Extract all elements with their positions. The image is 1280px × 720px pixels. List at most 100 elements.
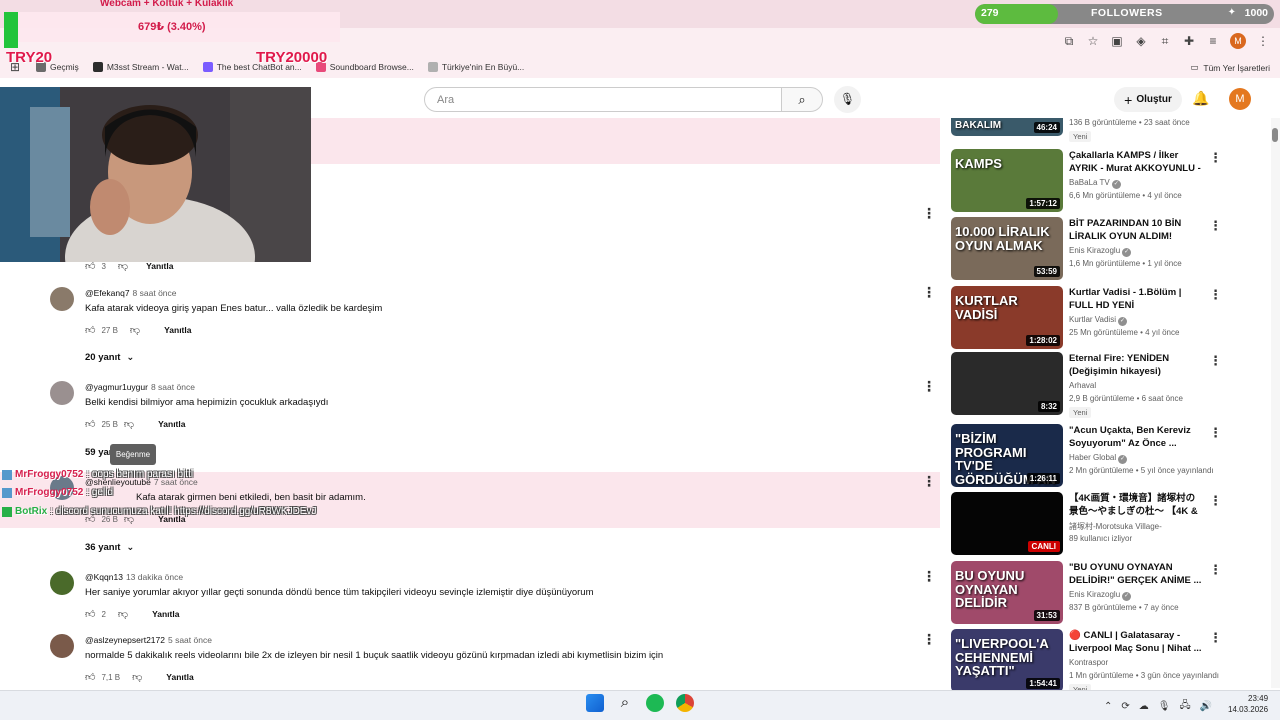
dislike-icon[interactable]: 👎︎: [132, 671, 142, 683]
profile-icon[interactable]: M: [1230, 33, 1246, 49]
replies-toggle[interactable]: 20 yanıt ⌄: [85, 352, 134, 363]
video-title[interactable]: 【4K画質・環境音】諸塚村の景色～やましぎの杜～ 【4K & ...: [1069, 492, 1203, 519]
taskbar-clock[interactable]: 23:49 14.03.2026: [1228, 693, 1268, 715]
comment-time[interactable]: 8 saat önce: [133, 288, 177, 298]
bookmark-item[interactable]: M3sst Stream - Wat...: [92, 62, 189, 72]
bookmark-item[interactable]: Türkiye'nin En Büyü...: [427, 62, 524, 72]
bookmark-item[interactable]: Soundboard Browse...: [315, 62, 414, 72]
chrome-icon[interactable]: [676, 694, 694, 712]
comment-author[interactable]: @aslzeynepsert2172: [85, 635, 165, 645]
comment-time[interactable]: 13 dakika önce: [126, 572, 183, 582]
windows-start-icon[interactable]: [586, 694, 604, 712]
dislike-icon[interactable]: 👎︎: [124, 418, 134, 430]
related-video[interactable]: KURTLAR VADİSİ 1:28:02 Kurtlar Vadisi - 1.…: [951, 286, 1251, 349]
chevron-up-icon[interactable]: ⌃: [1104, 701, 1112, 712]
comment-time[interactable]: 8 saat önce: [151, 382, 195, 392]
video-title[interactable]: Kurtlar Vadisi - 1.Bölüm | FULL HD YENİ: [1069, 286, 1203, 312]
related-video[interactable]: BAKALIM 46:24 136 B görüntüleme • 23 saat …: [951, 118, 1251, 148]
bookmark-star-icon[interactable]: ☆: [1086, 34, 1100, 48]
video-title[interactable]: 🔴 CANLI | Galatasaray - Liverpool Maç So…: [1069, 629, 1203, 655]
more-options-icon[interactable]: ⋮: [1209, 562, 1222, 578]
dislike-icon[interactable]: 👎︎: [130, 324, 140, 336]
more-options-icon[interactable]: ⋮: [922, 473, 936, 490]
more-options-icon[interactable]: ⋮: [922, 631, 936, 648]
video-title[interactable]: "Acun Uçakta, Ben Kereviz Soyuyorum" Az …: [1069, 424, 1203, 450]
video-title[interactable]: Eternal Fire: YENİDEN (Değişimin hikayes…: [1069, 352, 1203, 378]
avatar[interactable]: [50, 287, 74, 311]
voice-search-button[interactable]: 🎙: [834, 86, 861, 113]
more-options-icon[interactable]: ⋮: [1209, 493, 1222, 509]
reading-list-icon[interactable]: ≡: [1206, 34, 1220, 48]
extension-icon[interactable]: ▣: [1110, 34, 1124, 48]
network-icon[interactable]: 🖧: [1179, 698, 1190, 715]
cloud-icon[interactable]: ☁: [1139, 701, 1149, 712]
video-thumbnail[interactable]: BU OYUNU OYNAYAN DELİDİR 31:53: [951, 561, 1063, 624]
reply-button[interactable]: Yanıtla: [152, 609, 179, 619]
comment-author[interactable]: @yagmur1uygur: [85, 382, 148, 392]
video-thumbnail[interactable]: "BİZİM PROGRAMI TV'DE GÖRDÜĞÜM AN KAÇIYO…: [951, 424, 1063, 487]
screenshot-icon[interactable]: ⧉: [1062, 34, 1076, 48]
avatar[interactable]: [50, 634, 74, 658]
video-thumbnail[interactable]: 10.000 LİRALIK OYUN ALMAK 53:59: [951, 217, 1063, 280]
avatar[interactable]: M: [1229, 88, 1251, 110]
video-thumbnail[interactable]: KAMPS 1:57:12: [951, 149, 1063, 212]
video-thumbnail[interactable]: "LIVERPOOL'A CEHENNEMİ YAŞATTI" 1:54:41: [951, 629, 1063, 692]
video-channel[interactable]: Arhaval: [1069, 381, 1096, 390]
comment-time[interactable]: 5 saat önce: [168, 635, 212, 645]
volume-icon[interactable]: 🔊: [1200, 701, 1212, 712]
video-channel[interactable]: 諸塚村-Morotsuka Village-: [1069, 521, 1162, 532]
video-channel[interactable]: Enis Kirazoglu ✓: [1069, 590, 1132, 601]
extension2-icon[interactable]: ◈: [1134, 34, 1148, 48]
video-thumbnail[interactable]: BAKALIM 46:24: [951, 118, 1063, 136]
comment-author[interactable]: @Kqqn13: [85, 572, 123, 582]
spotify-icon[interactable]: [646, 694, 664, 712]
video-channel[interactable]: BaBaLa TV ✓: [1069, 178, 1121, 189]
puzzle-icon[interactable]: ✚: [1182, 34, 1196, 48]
video-thumbnail[interactable]: KURTLAR VADİSİ 1:28:02: [951, 286, 1063, 349]
more-options-icon[interactable]: ⋮: [1209, 425, 1222, 441]
more-options-icon[interactable]: ⋮: [1209, 630, 1222, 646]
video-channel[interactable]: Kurtlar Vadisi ✓: [1069, 315, 1127, 326]
more-options-icon[interactable]: ⋮: [1209, 287, 1222, 303]
reply-button[interactable]: Yanıtla: [164, 325, 191, 335]
create-button[interactable]: + Oluştur: [1114, 87, 1182, 112]
search-icon[interactable]: ⌕: [616, 694, 634, 712]
more-options-icon[interactable]: ⋮: [922, 205, 936, 222]
video-title[interactable]: BİT PAZARINDAN 10 BİN LİRALIK OYUN ALDIM…: [1069, 217, 1203, 244]
sync-icon[interactable]: ⟳: [1121, 701, 1129, 712]
more-options-icon[interactable]: ⋮: [922, 284, 936, 301]
related-video[interactable]: BU OYUNU OYNAYAN DELİDİR 31:53 "BU OYUNU O…: [951, 561, 1251, 624]
scrollbar-thumb[interactable]: [1272, 128, 1278, 142]
more-options-icon[interactable]: ⋮: [1209, 218, 1222, 234]
related-video[interactable]: KAMPS 1:57:12 Çakallarla KAMPS / İlker AYR…: [951, 149, 1251, 212]
related-video[interactable]: CANLI 【4K画質・環境音】諸塚村の景色～やましぎの杜～ 【4K & ... 諸…: [951, 492, 1251, 555]
notifications-icon[interactable]: 🔔: [1192, 90, 1209, 107]
video-title[interactable]: Çakallarla KAMPS / İlker AYRIK - Murat A…: [1069, 149, 1203, 176]
more-options-icon[interactable]: ⋮: [1209, 353, 1222, 369]
video-channel[interactable]: Enis Kirazoglu ✓: [1069, 246, 1132, 257]
mic-icon[interactable]: 🎙: [1158, 701, 1171, 712]
dislike-icon[interactable]: 👎︎: [118, 608, 128, 620]
like-icon[interactable]: 👍︎: [85, 671, 95, 683]
scrollbar[interactable]: [1271, 118, 1280, 688]
related-video[interactable]: 10.000 LİRALIK OYUN ALMAK 53:59 BİT PAZARI…: [951, 217, 1251, 280]
more-options-icon[interactable]: ⋮: [1209, 150, 1222, 166]
video-thumbnail[interactable]: CANLI: [951, 492, 1063, 555]
search-input[interactable]: Ara: [424, 87, 782, 112]
all-bookmarks[interactable]: ▭ Tüm Yer İşaretleri: [1190, 62, 1270, 73]
like-icon[interactable]: 👍︎: [85, 324, 95, 336]
crop-icon[interactable]: ⌗: [1158, 34, 1172, 48]
video-thumbnail[interactable]: 8:32: [951, 352, 1063, 415]
more-options-icon[interactable]: ⋮: [922, 568, 936, 585]
avatar[interactable]: [50, 571, 74, 595]
reply-button[interactable]: Yanıtla: [166, 672, 193, 682]
replies-toggle[interactable]: 36 yanıt ⌄: [85, 542, 134, 553]
avatar[interactable]: [50, 381, 74, 405]
like-icon[interactable]: 👍︎: [85, 418, 95, 430]
related-video[interactable]: "BİZİM PROGRAMI TV'DE GÖRDÜĞÜM AN KAÇIYO…: [951, 424, 1251, 487]
video-channel[interactable]: Kontraspor: [1069, 658, 1108, 667]
reply-button[interactable]: Yanıtla: [158, 419, 185, 429]
comment-author[interactable]: @Efekanq7: [85, 288, 130, 298]
search-button[interactable]: ⌕: [781, 87, 823, 112]
more-options-icon[interactable]: ⋮: [922, 378, 936, 395]
